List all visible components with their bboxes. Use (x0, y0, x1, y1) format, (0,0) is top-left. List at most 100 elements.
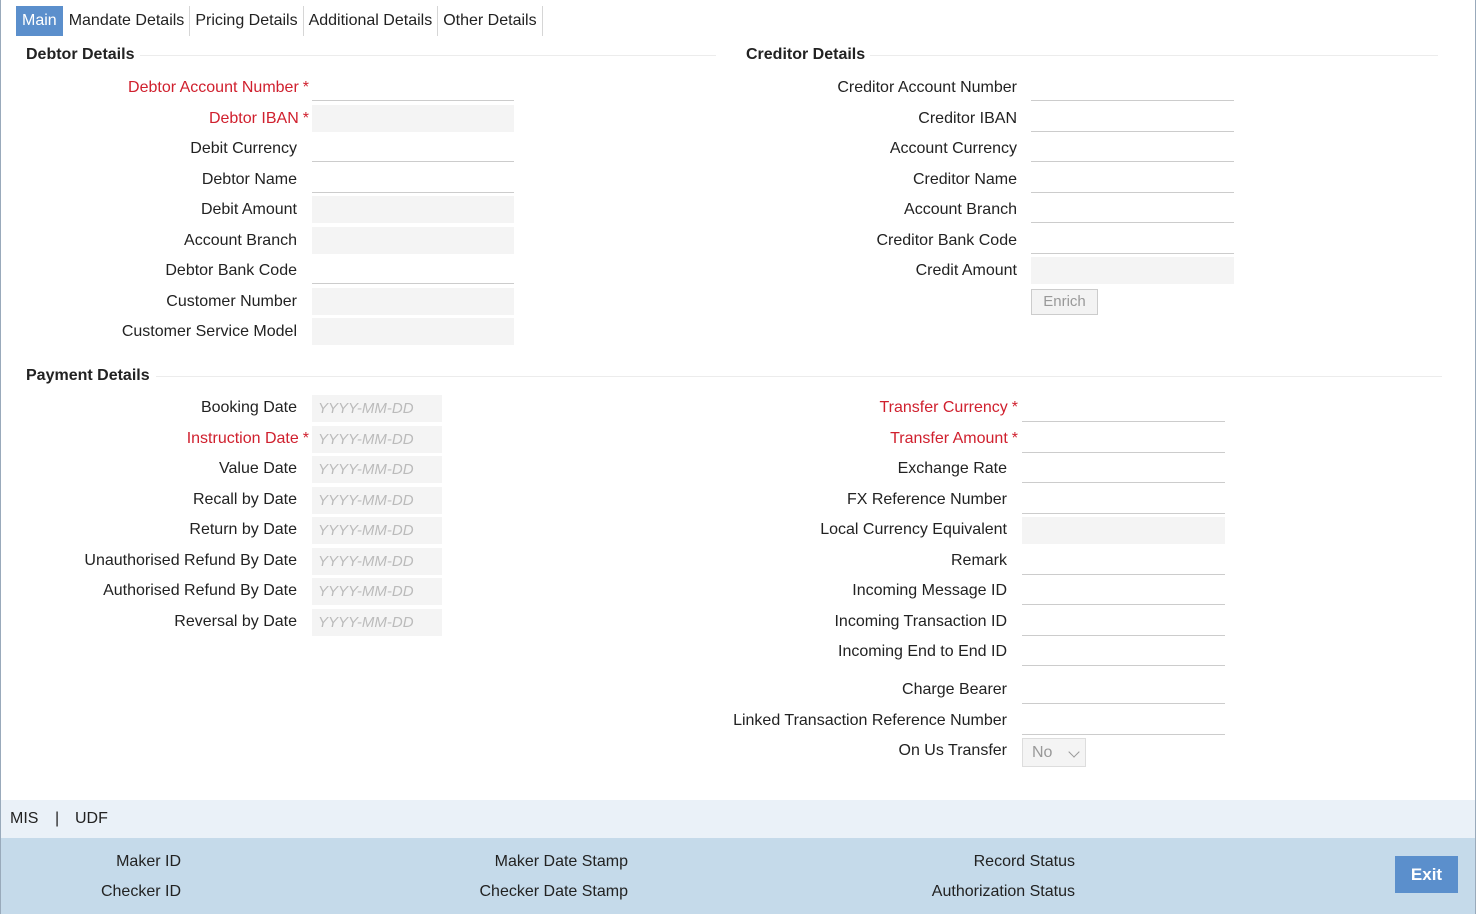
transfer-currency-input[interactable] (1022, 395, 1225, 422)
checker-date-stamp-label: Checker Date Stamp (479, 883, 628, 900)
authorised-refund-date-input[interactable]: YYYY-MM-DD (312, 578, 442, 605)
on-us-transfer-label: On Us Transfer (898, 742, 1007, 759)
incoming-end-to-end-id-input[interactable] (1022, 639, 1225, 666)
divider (156, 376, 1442, 377)
credit-amount-input[interactable] (1031, 257, 1234, 284)
creditor-account-branch-input[interactable] (1031, 196, 1234, 223)
linked-transaction-reference-input[interactable] (1022, 708, 1225, 735)
creditor-account-currency-input[interactable] (1031, 135, 1234, 162)
required-mark: * (1011, 399, 1018, 416)
debtor-account-branch-input[interactable] (312, 227, 514, 254)
divider (140, 55, 716, 56)
debtor-account-number-label: Debtor Account Number * (128, 79, 309, 96)
creditor-details-title: Creditor Details (746, 46, 866, 63)
booking-date-input[interactable]: YYYY-MM-DD (312, 395, 442, 422)
link-separator: | (55, 810, 60, 827)
debtor-account-number-input[interactable] (312, 74, 514, 101)
fx-reference-label: FX Reference Number (846, 491, 1007, 508)
debit-currency-label: Debit Currency (190, 140, 297, 157)
customer-service-model-input[interactable] (312, 318, 514, 345)
authorised-refund-date-label: Authorised Refund By Date (103, 582, 297, 599)
recall-by-date-input[interactable]: YYYY-MM-DD (312, 487, 442, 514)
on-us-transfer-select[interactable]: No (1022, 738, 1086, 767)
tab-pricing-details[interactable]: Pricing Details (190, 6, 304, 36)
local-currency-equivalent-label: Local Currency Equivalent (820, 521, 1007, 538)
tab-additional-details[interactable]: Additional Details (304, 6, 439, 36)
debtor-name-input[interactable] (312, 166, 514, 193)
charge-bearer-input[interactable] (1022, 677, 1225, 704)
payment-details-title: Payment Details (26, 367, 150, 384)
creditor-account-number-input[interactable] (1031, 74, 1234, 101)
exit-button[interactable]: Exit (1395, 856, 1458, 893)
transfer-currency-label: Transfer Currency * (879, 399, 1018, 416)
value-date-label: Value Date (219, 460, 297, 477)
recall-by-date-label: Recall by Date (192, 491, 297, 508)
creditor-name-label: Creditor Name (912, 171, 1017, 188)
incoming-transaction-id-label: Incoming Transaction ID (834, 613, 1007, 630)
on-us-transfer-value: No (1032, 744, 1053, 761)
enrich-button[interactable]: Enrich (1031, 289, 1098, 315)
linked-transaction-reference-label: Linked Transaction Reference Number (733, 712, 1007, 729)
debtor-account-branch-label: Account Branch (184, 232, 297, 249)
incoming-message-id-input[interactable] (1022, 578, 1225, 605)
credit-amount-label: Credit Amount (915, 262, 1017, 279)
creditor-bank-code-label: Creditor Bank Code (876, 232, 1017, 249)
incoming-message-id-label: Incoming Message ID (852, 582, 1007, 599)
debtor-bank-code-label: Debtor Bank Code (165, 262, 297, 279)
debit-amount-input[interactable] (312, 196, 514, 223)
creditor-account-currency-label: Account Currency (889, 140, 1017, 157)
udf-link[interactable]: UDF (75, 810, 108, 828)
window-frame (0, 0, 1476, 914)
value-date-input[interactable]: YYYY-MM-DD (312, 456, 442, 483)
debit-amount-label: Debit Amount (200, 201, 297, 218)
creditor-bank-code-input[interactable] (1031, 227, 1234, 254)
charge-bearer-label: Charge Bearer (902, 681, 1007, 698)
audit-footer: Maker ID Checker ID Maker Date Stamp Che… (1, 838, 1475, 914)
transfer-amount-input[interactable] (1022, 426, 1225, 453)
maker-date-stamp-label: Maker Date Stamp (494, 853, 628, 870)
required-mark: * (302, 110, 309, 127)
creditor-account-branch-label: Account Branch (904, 201, 1017, 218)
mis-link[interactable]: MIS (10, 810, 38, 828)
creditor-iban-input[interactable] (1031, 105, 1234, 132)
incoming-transaction-id-input[interactable] (1022, 609, 1225, 636)
return-by-date-input[interactable]: YYYY-MM-DD (312, 517, 442, 544)
customer-number-label: Customer Number (166, 293, 297, 310)
required-mark: * (302, 430, 309, 447)
local-currency-equivalent-input[interactable] (1022, 517, 1225, 544)
instruction-date-label: Instruction Date * (186, 430, 309, 447)
debtor-iban-input[interactable] (312, 105, 514, 132)
tab-main[interactable]: Main (16, 6, 63, 36)
tab-other-details[interactable]: Other Details (438, 6, 543, 36)
chevron-down-icon (1068, 746, 1080, 758)
debtor-name-label: Debtor Name (201, 171, 297, 188)
creditor-name-input[interactable] (1031, 166, 1234, 193)
debtor-iban-label: Debtor IBAN * (208, 110, 309, 127)
debit-currency-input[interactable] (312, 135, 514, 162)
maker-id-label: Maker ID (116, 853, 181, 870)
creditor-iban-label: Creditor IBAN (918, 110, 1017, 127)
exchange-rate-label: Exchange Rate (897, 460, 1007, 477)
fx-reference-input[interactable] (1022, 487, 1225, 514)
return-by-date-label: Return by Date (189, 521, 297, 538)
checker-id-label: Checker ID (100, 883, 181, 900)
debtor-bank-code-input[interactable] (312, 257, 514, 284)
remark-input[interactable] (1022, 548, 1225, 575)
required-mark: * (1011, 430, 1018, 447)
instruction-date-input[interactable]: YYYY-MM-DD (312, 426, 442, 453)
divider (870, 55, 1438, 56)
reversal-by-date-label: Reversal by Date (174, 613, 297, 630)
record-status-label: Record Status (973, 853, 1075, 870)
tab-mandate-details[interactable]: Mandate Details (64, 6, 191, 36)
remark-label: Remark (950, 552, 1007, 569)
exchange-rate-input[interactable] (1022, 456, 1225, 483)
authorization-status-label: Authorization Status (931, 883, 1075, 900)
incoming-end-to-end-id-label: Incoming End to End ID (838, 643, 1007, 660)
unauthorised-refund-date-label: Unauthorised Refund By Date (84, 552, 297, 569)
debtor-details-title: Debtor Details (26, 46, 135, 63)
required-mark: * (302, 79, 309, 96)
reversal-by-date-input[interactable]: YYYY-MM-DD (312, 609, 442, 636)
customer-number-input[interactable] (312, 288, 514, 315)
subsystem-bar: MIS | UDF (1, 800, 1475, 838)
unauthorised-refund-date-input[interactable]: YYYY-MM-DD (312, 548, 442, 575)
